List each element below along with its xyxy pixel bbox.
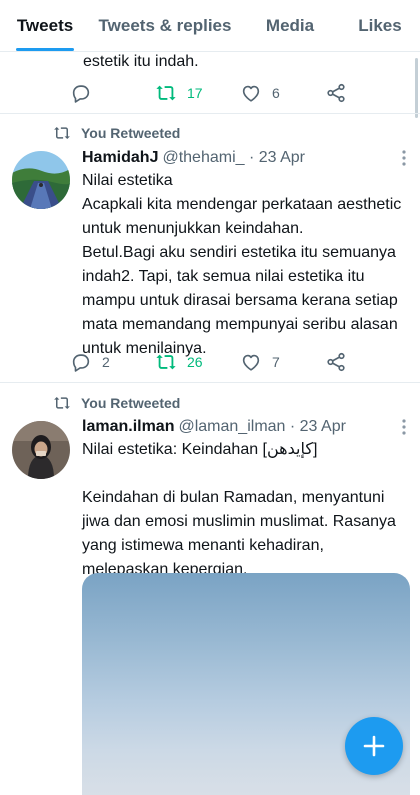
tweet-header: laman.ilman @laman_ilman · 23 Apr [82, 418, 346, 436]
tweet-line: yang istimewa menanti kehadiran, [82, 537, 324, 554]
like-count: 7 [272, 354, 280, 370]
share-button[interactable] [325, 351, 410, 373]
compose-tweet-button[interactable] [345, 717, 403, 775]
retweet-indicator: You Retweeted [53, 124, 180, 142]
retweet-icon [156, 85, 176, 101]
tweet-line: mampu untuk dirasai bersama kerana setia… [82, 292, 398, 309]
avatar[interactable] [12, 151, 70, 209]
tab-tweets[interactable]: Tweets [0, 0, 90, 51]
share-icon [327, 352, 345, 372]
tweet-hamidahj[interactable]: You Retweeted HamidahJ @thehami_ · 23 Ap… [0, 115, 420, 383]
tweet-line: indah2. Tapi, tak semua nilai estetika i… [82, 268, 365, 285]
handle-and-date: @thehami_ · 23 Apr [162, 149, 306, 166]
tweet-line: Acapkali kita mendengar perkataan aesthe… [82, 196, 402, 213]
like-button[interactable]: 7 [240, 351, 325, 373]
retweet-count: 26 [187, 354, 203, 370]
avatar[interactable] [12, 421, 70, 479]
like-icon [242, 85, 260, 102]
partial-tweet[interactable]: estetik itu indah. 17 6 [0, 52, 420, 114]
like-count: 6 [272, 85, 280, 101]
tweet-line: Nilai estetika: Keindahan [کإيدهن] [82, 441, 318, 458]
display-name[interactable]: laman.ilman [82, 418, 174, 436]
more-icon[interactable] [402, 150, 406, 166]
retweet-label: You Retweeted [81, 125, 181, 141]
tweet-line: Betul.Bagi aku sendiri estetika itu semu… [82, 244, 396, 261]
tweet-line: untuk menunjukkan keindahan. [82, 220, 304, 237]
handle-and-date: @laman_ilman · 23 Apr [178, 418, 346, 435]
tweet-text: Nilai estetika: Keindahan [کإيدهن] Keind… [82, 438, 412, 582]
reply-button[interactable] [70, 82, 155, 104]
reply-count: 2 [102, 354, 110, 370]
retweet-button[interactable]: 17 [155, 82, 240, 104]
share-button[interactable] [325, 82, 410, 104]
tweet-line: jiwa dan emosi muslimin muslimat. Rasany… [82, 513, 396, 530]
retweet-count: 17 [187, 85, 203, 101]
retweet-label: You Retweeted [81, 395, 181, 411]
more-icon[interactable] [402, 419, 406, 435]
tweet-line: Keindahan di bulan Ramadan, menyantuni [82, 489, 385, 506]
display-name[interactable]: HamidahJ [82, 149, 158, 167]
retweet-icon [156, 354, 176, 370]
reply-icon [72, 354, 90, 372]
tweet-text: estetik itu indah. [83, 53, 199, 70]
reply-icon [72, 85, 90, 103]
tweet-line: Nilai estetika [82, 172, 173, 189]
reply-button[interactable]: 2 [70, 351, 155, 373]
retweet-icon [54, 127, 70, 139]
tweet-text: Nilai estetika Acapkali kita mendengar p… [82, 169, 412, 361]
share-icon [327, 83, 345, 103]
like-button[interactable]: 6 [240, 82, 325, 104]
retweet-indicator: You Retweeted [53, 394, 180, 412]
like-icon [242, 354, 260, 371]
tweet-line [82, 462, 412, 486]
tab-media[interactable]: Media [240, 0, 340, 51]
profile-tabs: Tweets Tweets & replies Media Likes [0, 0, 420, 52]
tweet-actions: 2 26 7 [70, 350, 410, 374]
tweet-line: mata memandang mempunyai seribu alasan [82, 316, 398, 333]
retweet-icon [54, 397, 70, 409]
retweet-button[interactable]: 26 [155, 351, 240, 373]
tab-tweets-and-replies[interactable]: Tweets & replies [90, 0, 240, 51]
compose-plus-icon [363, 735, 385, 757]
tweet-header: HamidahJ @thehami_ · 23 Apr [82, 149, 305, 167]
tweet-actions: 17 6 [70, 81, 410, 105]
tab-likes[interactable]: Likes [340, 0, 420, 51]
